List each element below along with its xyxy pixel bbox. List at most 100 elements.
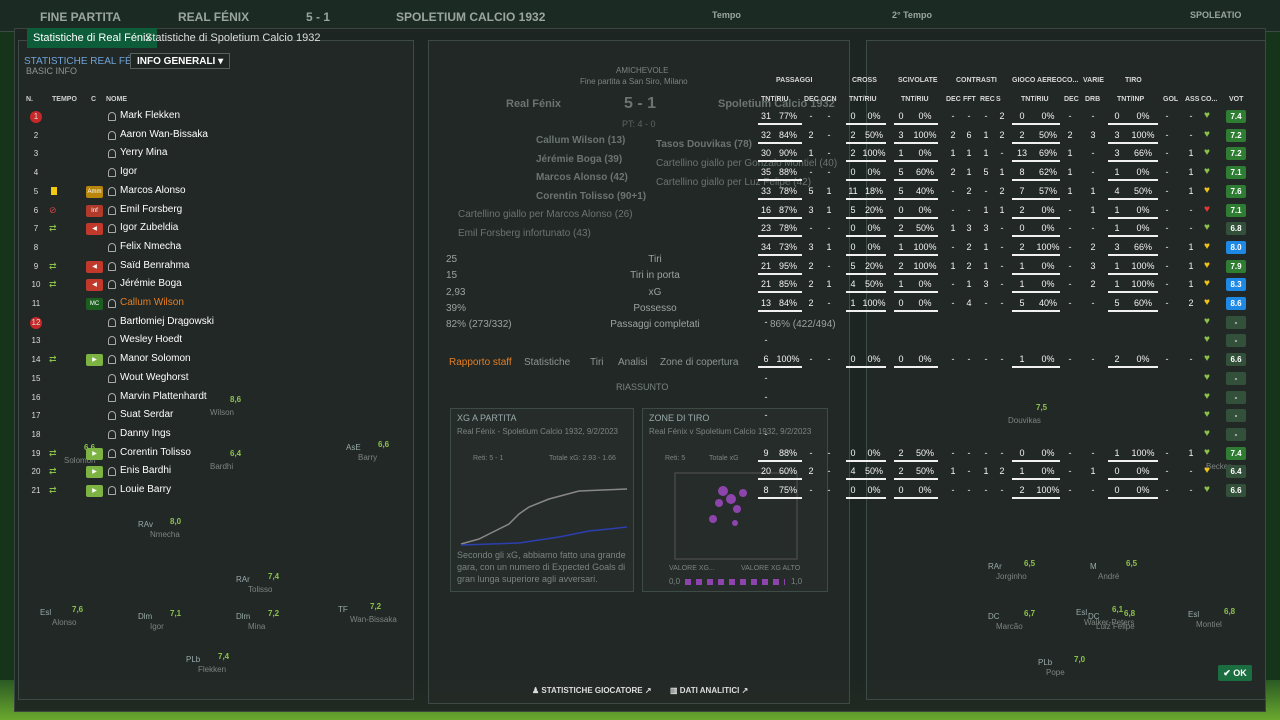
- col-c[interactable]: C: [91, 96, 96, 103]
- player-name[interactable]: Felix Nmecha: [120, 241, 181, 252]
- player-name[interactable]: Emil Forsberg: [120, 204, 182, 215]
- stat-cell-rec: 3: [983, 279, 989, 290]
- player-name[interactable]: Enis Bardhi: [120, 465, 171, 476]
- table-row[interactable]: 970⇄◀Saïd Benrahma: [24, 258, 414, 276]
- ok-button[interactable]: ✔ OK: [1218, 665, 1252, 681]
- subtab-4[interactable]: Zone di copertura: [660, 357, 738, 368]
- table-row[interactable]: 2170⇄▶Louie Barry: [24, 482, 414, 500]
- col-ct-rec[interactable]: REC: [980, 96, 995, 103]
- table-row[interactable]: 4 Igor: [24, 164, 414, 182]
- xg-match-card[interactable]: XG A PARTITA Real Fénix - Spoletium Calc…: [450, 408, 634, 592]
- table-row[interactable]: 16 Marvin Plattenhardt: [24, 389, 414, 407]
- table-row[interactable]: 1070⇄◀Jérémie Boga: [24, 276, 414, 294]
- col-co2[interactable]: CO...: [1201, 96, 1217, 103]
- table-row[interactable]: 2 Aaron Wan-Bissaka: [24, 127, 414, 145]
- ghost-venue: Fine partita a San Siro, Milano: [580, 77, 688, 86]
- col-pass-tnt[interactable]: TNT/RIU: [761, 96, 789, 103]
- col-sc-tnt[interactable]: TNT/RIU: [901, 96, 929, 103]
- stat-cell-sc_pct: 60%: [915, 167, 934, 178]
- player-stats-button[interactable]: ♟ STATISTICHE GIOCATORE ↗: [532, 686, 652, 695]
- table-row[interactable]: 13 Wesley Hoedt: [24, 332, 414, 350]
- table-row[interactable]: 17 Suat Serdar: [24, 407, 414, 425]
- player-name[interactable]: Corentin Tolisso: [120, 447, 191, 458]
- col-tiro-tnt[interactable]: TNT/INP: [1117, 96, 1144, 103]
- stat-cell-ass: -: [1165, 223, 1169, 234]
- table-row[interactable]: 643⊘InfEmil Forsberg: [24, 202, 414, 220]
- stat-cell-cr: 4: [850, 279, 856, 290]
- table-row[interactable]: 2043⇄▶Enis Bardhi: [24, 463, 414, 481]
- col-cross-tnt[interactable]: TNT/RIU: [849, 96, 877, 103]
- col-ct-fft[interactable]: FFT: [963, 96, 976, 103]
- subtab-2[interactable]: Tiri: [590, 357, 604, 368]
- col-ga-tnt[interactable]: TNT/RIU: [1021, 96, 1049, 103]
- subtab-0[interactable]: Rapporto staff: [449, 357, 512, 368]
- player-name[interactable]: Mark Flekken: [120, 110, 180, 121]
- col-pass-dec[interactable]: DEC: [804, 96, 819, 103]
- stat-cell-ga_pct: 0%: [1041, 223, 1055, 234]
- table-row[interactable]: 8 Felix Nmecha: [24, 239, 414, 257]
- col-ass[interactable]: ASS: [1185, 96, 1199, 103]
- analytics-button[interactable]: ▥ DATI ANALITICI ↗: [670, 686, 748, 695]
- table-row[interactable]: 15 Wout Weghorst: [24, 370, 414, 388]
- rating-badge: 7.4: [1226, 446, 1246, 460]
- table-row[interactable]: 1970⇄▶Corentin Tolisso: [24, 445, 414, 463]
- stat-cell-pass: 33: [760, 185, 771, 196]
- stat-cell-tiro: 1: [1114, 167, 1120, 178]
- subtab-1[interactable]: Statistiche: [524, 357, 570, 368]
- player-number: 9: [33, 261, 39, 271]
- stat-cell-pass: 21: [760, 260, 771, 271]
- player-name[interactable]: Aaron Wan-Bissaka: [120, 129, 208, 140]
- player-name[interactable]: Igor: [120, 166, 137, 177]
- player-name[interactable]: Saïd Benrahma: [120, 260, 190, 271]
- xg-step-chart: [460, 488, 628, 546]
- stat-cell-co: -: [1068, 354, 1072, 365]
- shot-underline: [1108, 459, 1158, 462]
- col-ct-dec[interactable]: DEC: [946, 96, 961, 103]
- player-name[interactable]: Manor Solomon: [120, 353, 191, 364]
- info-dropdown[interactable]: INFO GENERALI ▾: [130, 53, 231, 69]
- table-row[interactable]: 526AmmMarcos Alonso: [24, 183, 414, 201]
- table-row[interactable]: 11 MC Callum Wilson: [24, 295, 414, 313]
- col-gol[interactable]: GOL: [1163, 96, 1178, 103]
- formation-pos: DC: [988, 612, 1000, 621]
- table-row[interactable]: 12 Bartłomiej Drągowski: [24, 314, 414, 332]
- col-tempo[interactable]: TEMPO: [52, 96, 77, 103]
- shot-zones-card[interactable]: ZONE DI TIRO Real Fénix v Spoletium Calc…: [642, 408, 828, 592]
- col-co-dec[interactable]: DEC: [1064, 96, 1079, 103]
- stat-cell-s: 1: [999, 167, 1005, 178]
- col-ct-s[interactable]: S: [996, 96, 1001, 103]
- shot-underline: [1108, 366, 1158, 369]
- player-name[interactable]: Marcos Alonso: [120, 185, 186, 196]
- pass-underline: [758, 216, 802, 219]
- table-row[interactable]: 18 Danny Ings: [24, 426, 414, 444]
- col-vot[interactable]: VOT: [1229, 96, 1243, 103]
- stat-cell-ga: 0: [1019, 111, 1025, 121]
- player-name[interactable]: Yerry Mina: [120, 147, 167, 158]
- table-row[interactable]: 770⇄◀Igor Zubeldia: [24, 220, 414, 238]
- stat-cell-ct_dec: -: [951, 354, 955, 365]
- col-pass-ocn[interactable]: OCN: [821, 96, 837, 103]
- player-name[interactable]: Jérémie Boga: [120, 278, 182, 289]
- table-row[interactable]: 1470⇄▶Manor Solomon: [24, 351, 414, 369]
- player-name[interactable]: Louie Barry: [120, 484, 171, 495]
- col-nome[interactable]: NOME: [106, 96, 127, 103]
- player-name[interactable]: Marvin Plattenhardt: [120, 391, 207, 402]
- player-name[interactable]: Suat Serdar: [120, 409, 173, 420]
- table-row[interactable]: 1 Mark Flekken: [24, 108, 414, 126]
- tab-real-fenix-stats[interactable]: Statistiche di Real Fénix: [27, 28, 157, 48]
- player-name[interactable]: Callum Wilson: [120, 297, 184, 308]
- stat-cell-sc_pct: 0%: [918, 279, 932, 290]
- subtab-3[interactable]: Analisi: [618, 357, 647, 368]
- stat-cell-ga: 0: [1019, 223, 1025, 234]
- player-name[interactable]: Bartłomiej Drągowski: [120, 316, 214, 327]
- stat-cell-cr: 2: [850, 129, 856, 140]
- tab-spoletium-stats[interactable]: Statistiche di Spoletium Calcio 1932: [139, 28, 326, 48]
- player-name[interactable]: Wout Weghorst: [120, 372, 189, 383]
- stat-cell-tiro_pct: 0%: [1136, 111, 1150, 121]
- player-name[interactable]: Wesley Hoedt: [120, 334, 182, 345]
- player-name[interactable]: Igor Zubeldia: [120, 222, 178, 233]
- rating-badge: -: [1226, 390, 1246, 404]
- table-row[interactable]: 3 Yerry Mina: [24, 145, 414, 163]
- col-drb[interactable]: DRB: [1085, 96, 1100, 103]
- player-name[interactable]: Danny Ings: [120, 428, 171, 439]
